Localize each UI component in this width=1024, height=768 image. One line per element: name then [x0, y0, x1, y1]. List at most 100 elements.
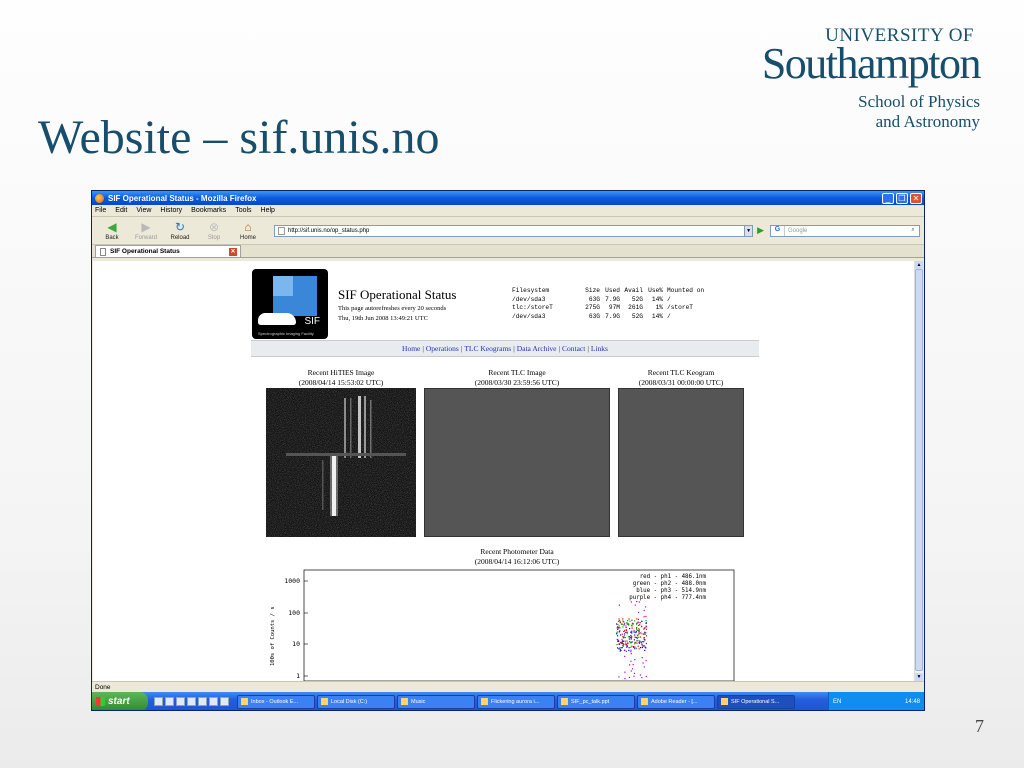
- reload-icon: ↻: [174, 219, 186, 234]
- taskbar-item-label: Adobe Reader - [...: [651, 698, 698, 705]
- filesystem-cell: 52G: [631, 312, 643, 320]
- photometer-point: [645, 632, 647, 634]
- nav-link-tlc-keograms[interactable]: TLC Keograms: [464, 344, 511, 353]
- legend-entry: blue - ph3 - 514.9nm: [636, 588, 706, 594]
- quicklaunch-icon-2[interactable]: [165, 697, 174, 706]
- minimize-button[interactable]: _: [882, 192, 894, 204]
- maximize-button[interactable]: ❐: [896, 192, 908, 204]
- quicklaunch-icon-1[interactable]: [154, 697, 163, 706]
- tab-close-icon[interactable]: ✕: [229, 247, 237, 256]
- photometer-point: [631, 632, 633, 634]
- nav-link-contact[interactable]: Contact: [562, 344, 585, 353]
- nav-link-data-archive[interactable]: Data Archive: [517, 344, 557, 353]
- photometer-point: [628, 647, 630, 649]
- taskbar-item-local-disk[interactable]: Local Disk (C:): [317, 694, 395, 709]
- photometer-point: [625, 626, 627, 629]
- quicklaunch-icon-6[interactable]: [209, 697, 218, 706]
- forward-button[interactable]: ▶ Forward: [132, 221, 160, 241]
- taskbar-item-firefox[interactable]: SIF Operational S...: [717, 694, 795, 709]
- photometer-point: [626, 646, 628, 648]
- menu-view[interactable]: View: [136, 207, 151, 214]
- taskbar-item-adobe-reader[interactable]: Adobe Reader - [...: [637, 694, 715, 709]
- nav-link-links[interactable]: Links: [591, 344, 608, 353]
- slide-title: Website – sif.unis.no: [38, 111, 440, 164]
- photometer-point: [636, 640, 638, 642]
- menu-history[interactable]: History: [160, 207, 182, 214]
- start-label: start: [108, 696, 130, 707]
- photometer-point: [625, 625, 627, 627]
- filesystem-table: Filesystem Size Used Avail Use% Mounted on/de…: [512, 287, 713, 321]
- photometer-point: [622, 618, 624, 620]
- photometer-point: [643, 640, 645, 643]
- legend-entry: purple - ph4 - 777.4nm: [629, 595, 706, 601]
- photometer-point: [617, 647, 619, 649]
- scroll-up-icon[interactable]: ▲: [915, 261, 923, 269]
- menu-edit[interactable]: Edit: [115, 207, 127, 214]
- photometer-point: [632, 623, 634, 625]
- scroll-down-icon[interactable]: ▼: [915, 673, 923, 681]
- tab-page-icon: [100, 247, 106, 256]
- taskbar-item-flickering-aurora[interactable]: Flickering aurora i...: [477, 694, 555, 709]
- page-timestamp: Thu, 19th Jun 2008 13:49:21 UTC: [338, 315, 428, 322]
- photometer-point: [627, 620, 629, 622]
- url-bar[interactable]: http://sif.unis.no/op_status.php ▼: [274, 224, 754, 237]
- photometer-point: [639, 622, 641, 624]
- menu-tools[interactable]: Tools: [235, 207, 251, 214]
- go-arrow-icon[interactable]: ▶: [757, 225, 764, 236]
- quicklaunch-icon-3[interactable]: [176, 697, 185, 706]
- google-icon[interactable]: G: [771, 225, 785, 236]
- outlook-icon: [241, 698, 248, 705]
- menu-bookmarks[interactable]: Bookmarks: [191, 207, 226, 214]
- photometer-point: [620, 642, 622, 644]
- url-dropdown-icon[interactable]: ▼: [744, 225, 753, 236]
- photometer-point: [637, 624, 640, 626]
- tab-sif-operational-status[interactable]: SIF Operational Status ✕: [95, 245, 241, 257]
- taskbar-item-music[interactable]: Music: [397, 694, 475, 709]
- y-tick-label: 1: [296, 672, 300, 680]
- tab-bar: SIF Operational Status ✕: [92, 245, 924, 258]
- scrollbar-thumb[interactable]: [915, 269, 923, 671]
- filesystem-cell: 261G: [628, 304, 643, 311]
- reload-button[interactable]: ↻ Reload: [166, 221, 194, 241]
- nav-link-operations[interactable]: Operations: [426, 344, 459, 353]
- home-button[interactable]: ⌂ Home: [234, 221, 262, 241]
- filesystem-cell: /storeT: [667, 304, 693, 311]
- search-input[interactable]: Google: [788, 228, 807, 234]
- quicklaunch-icon-5[interactable]: [198, 697, 207, 706]
- photometer-point: [624, 671, 626, 673]
- taskbar-item-powerpoint[interactable]: SIF_pc_talk.ppt: [557, 694, 635, 709]
- photometer-point: [636, 618, 638, 620]
- photometer-point: [635, 627, 638, 630]
- language-indicator[interactable]: EN: [833, 699, 841, 705]
- search-box[interactable]: G Google ⌕: [770, 224, 920, 237]
- close-button[interactable]: ✕: [910, 192, 922, 204]
- nav-link-home[interactable]: Home: [402, 344, 420, 353]
- start-button[interactable]: start: [92, 692, 148, 710]
- hities-spectrum-graphic: [266, 388, 416, 537]
- tray-clock[interactable]: 14:48: [905, 699, 920, 705]
- quicklaunch-icon-4[interactable]: [187, 697, 196, 706]
- photometer-point: [628, 636, 631, 638]
- vertical-scrollbar[interactable]: ▲ ▼: [914, 261, 923, 681]
- url-input[interactable]: http://sif.unis.no/op_status.php: [288, 228, 744, 234]
- photometer-point: [618, 631, 620, 633]
- taskbar-item-label: SIF Operational S...: [731, 698, 780, 705]
- filesystem-cell: 7.9G: [605, 295, 620, 303]
- photometer-point: [643, 638, 645, 640]
- photometer-point: [638, 636, 640, 638]
- title-bar[interactable]: SIF Operational Status - Mozilla Firefox…: [92, 191, 924, 205]
- stop-button[interactable]: ⊗ Stop: [200, 221, 228, 241]
- filesystem-cell: Filesystem: [512, 287, 550, 294]
- photometer-point: [617, 628, 619, 630]
- menu-help[interactable]: Help: [261, 207, 275, 214]
- search-icon[interactable]: ⌕: [907, 227, 919, 234]
- menu-file[interactable]: File: [95, 207, 106, 214]
- windows-taskbar: start Inbox - Outlook E... Local Disk (C…: [92, 692, 924, 710]
- y-axis-label: 100s of Counts / s: [270, 606, 276, 666]
- quicklaunch-icon-7[interactable]: [220, 697, 229, 706]
- photometer-point: [643, 633, 645, 635]
- photometer-point: [638, 629, 640, 631]
- taskbar-item-outlook[interactable]: Inbox - Outlook E...: [237, 694, 315, 709]
- tlc-keogram: [618, 388, 744, 537]
- back-button[interactable]: ◀ Back: [98, 221, 126, 241]
